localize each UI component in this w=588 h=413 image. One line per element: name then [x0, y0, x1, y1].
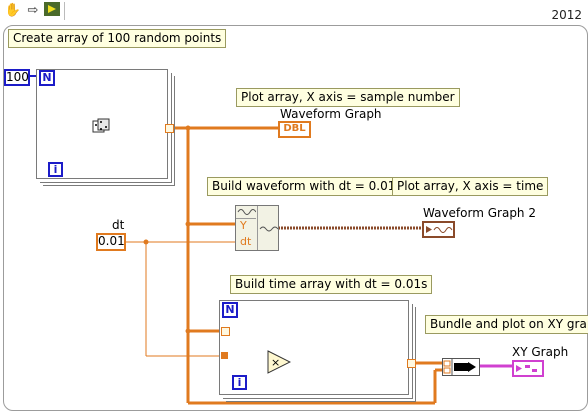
build-waveform-output	[257, 206, 278, 250]
build-waveform-y-terminal: Y	[240, 219, 247, 232]
multiply-icon: ×	[267, 350, 291, 374]
xy-graph-indicator[interactable]	[512, 360, 544, 377]
note-build-waveform: Build waveform with dt = 0.01s	[207, 177, 407, 196]
note-create-array: Create array of 100 random points	[8, 29, 227, 48]
waveform-graph-label: Waveform Graph	[280, 107, 382, 121]
bundle-node[interactable]	[442, 358, 480, 376]
loop2-count-terminal: N	[222, 302, 238, 318]
waveform-graph-2-indicator[interactable]	[422, 221, 455, 238]
loop-output-tunnel	[165, 124, 174, 133]
for-loop-2[interactable]	[219, 300, 409, 395]
note-plot-array-time: Plot array, X axis = time	[392, 177, 549, 196]
build-waveform-header	[236, 206, 256, 219]
loop2-index-terminal: i	[232, 375, 247, 390]
waveform-graph-2-label: Waveform Graph 2	[423, 206, 536, 220]
build-waveform-node[interactable]: Y dt	[235, 205, 279, 251]
loop2-array-tunnel	[221, 327, 230, 336]
count-control[interactable]: 100	[4, 69, 30, 86]
loop2-output-tunnel	[407, 359, 416, 368]
svg-text:×: ×	[271, 356, 280, 369]
xy-graph-label: XY Graph	[512, 345, 569, 359]
dt-control[interactable]: 0.01	[96, 233, 126, 251]
build-waveform-dt-terminal: dt	[240, 235, 252, 248]
note-build-time-array: Build time array with dt = 0.01s	[230, 275, 433, 294]
dt-label: dt	[112, 218, 125, 232]
note-plot-array-sample: Plot array, X axis = sample number	[236, 88, 460, 107]
loop-index-terminal: i	[48, 162, 63, 177]
loop-count-terminal: N	[39, 70, 55, 86]
note-bundle-xy: Bundle and plot on XY graph	[425, 315, 588, 334]
waveform-graph-indicator[interactable]: DBL	[278, 121, 311, 138]
loop2-dt-tunnel	[221, 352, 228, 359]
dice-icon	[92, 118, 110, 136]
